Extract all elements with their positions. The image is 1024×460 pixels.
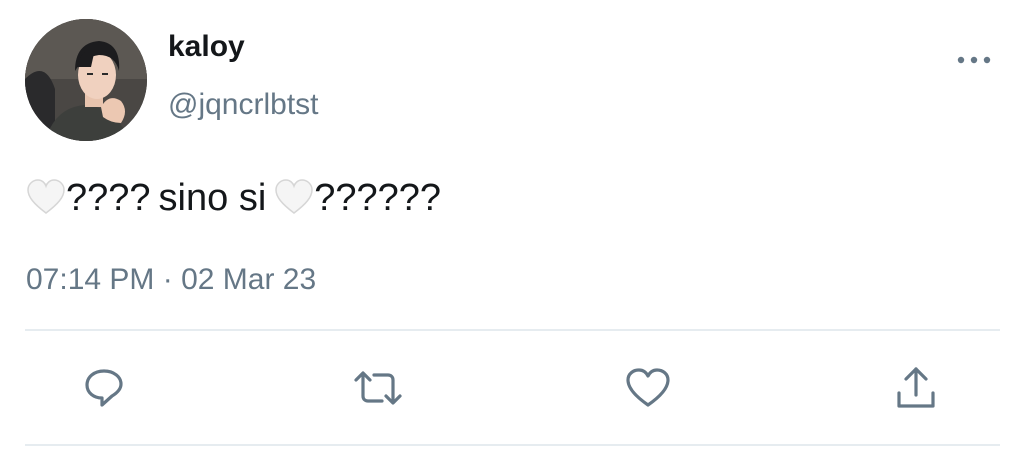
tweet-card: kaloy @jqncrlbtst ???? sino si ?????? 07… <box>0 0 1024 460</box>
tweet-text-part: ???? <box>66 177 151 219</box>
display-name[interactable]: kaloy <box>168 30 245 64</box>
white-heart-icon <box>274 178 314 218</box>
user-handle[interactable]: @jqncrlbtst <box>168 88 319 122</box>
avatar[interactable] <box>25 19 147 141</box>
share-upload-icon <box>894 365 938 411</box>
speech-bubble-icon <box>82 366 126 410</box>
ellipsis-icon <box>957 51 991 69</box>
retweet-button[interactable] <box>352 362 404 414</box>
tweet-text-part: ?????? <box>314 177 442 219</box>
divider <box>25 329 1000 331</box>
more-options-button[interactable] <box>954 48 994 72</box>
tweet-text-part: sino si <box>158 177 267 219</box>
retweet-icon <box>352 366 404 410</box>
like-button[interactable] <box>622 362 674 414</box>
reply-button[interactable] <box>78 362 130 414</box>
tweet-text: ???? sino si ?????? <box>26 174 441 222</box>
divider <box>25 444 1000 446</box>
white-heart-icon <box>26 178 66 218</box>
heart-icon <box>625 367 671 409</box>
timestamp[interactable]: 07:14 PM · 02 Mar 23 <box>26 263 316 297</box>
share-button[interactable] <box>890 362 942 414</box>
